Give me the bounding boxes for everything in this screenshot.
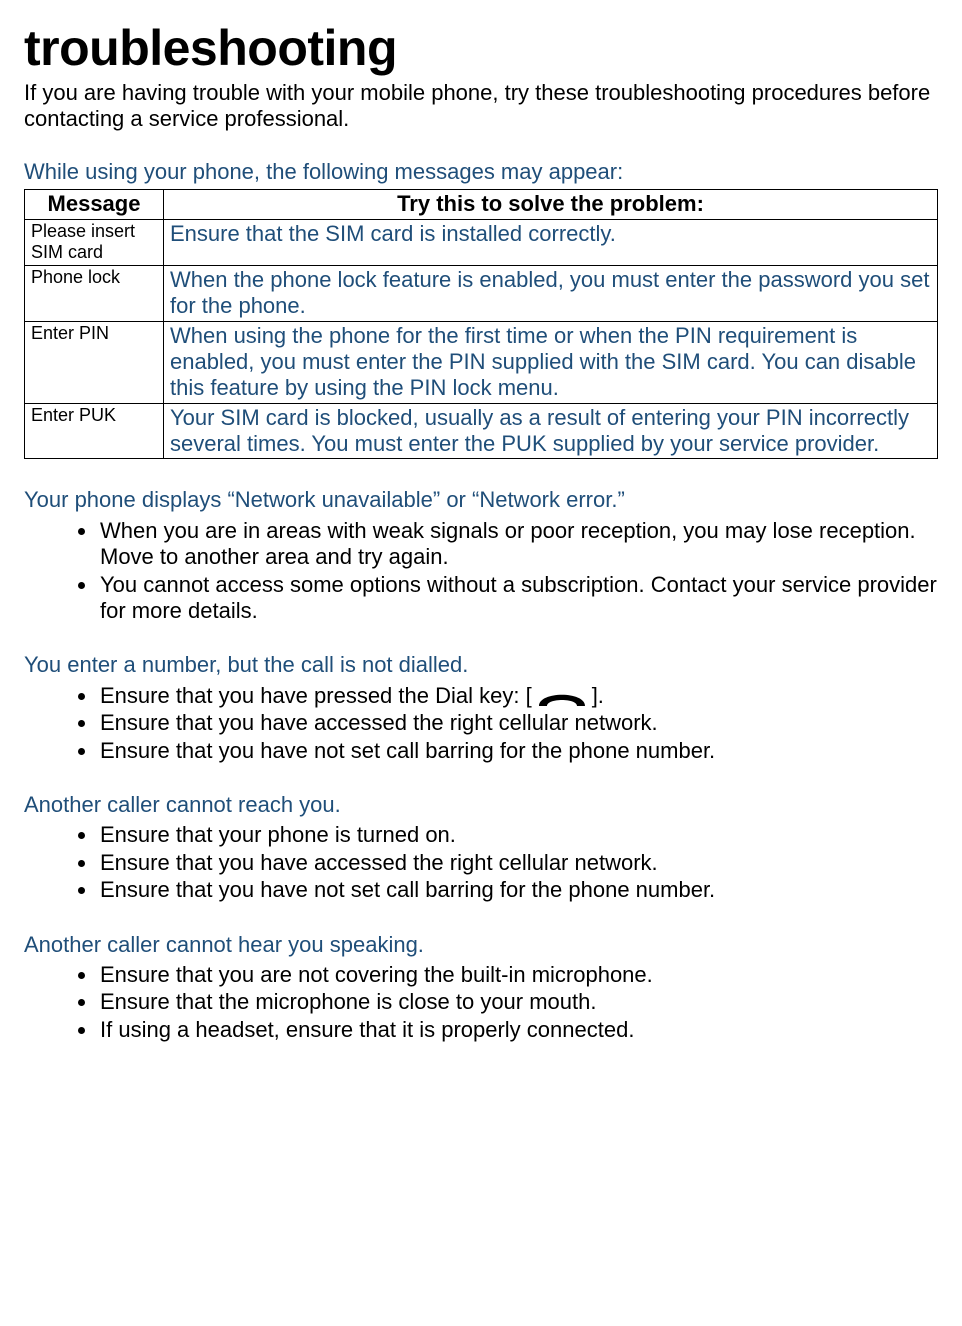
list-item: Ensure that you have not set call barrin… (98, 738, 938, 764)
cell-solution: Ensure that the SIM card is installed co… (163, 219, 937, 265)
dial-key-icon (534, 686, 590, 708)
cell-solution: When using the phone for the first time … (163, 321, 937, 403)
list-item: Ensure that your phone is turned on. (98, 822, 938, 848)
list-item: Ensure that you have not set call barrin… (98, 877, 938, 903)
list-item: Ensure that you have pressed the Dial ke… (98, 683, 938, 709)
list-item: Ensure that you have accessed the right … (98, 850, 938, 876)
section-messages-heading: While using your phone, the following me… (24, 159, 938, 185)
list-item: Ensure that you are not covering the bui… (98, 962, 938, 988)
cell-message: Enter PUK (25, 403, 164, 459)
section-dial-heading: You enter a number, but the call is not … (24, 652, 938, 678)
intro-text: If you are having trouble with your mobi… (24, 80, 938, 133)
cell-solution: Your SIM card is blocked, usually as a r… (163, 403, 937, 459)
table-row: Phone lock When the phone lock feature i… (25, 265, 938, 321)
cell-message: Phone lock (25, 265, 164, 321)
cell-message: Enter PIN (25, 321, 164, 403)
table-row: Enter PIN When using the phone for the f… (25, 321, 938, 403)
section-reach-heading: Another caller cannot reach you. (24, 792, 938, 818)
list-item: Ensure that you have accessed the right … (98, 710, 938, 736)
section-network-list: When you are in areas with weak signals … (24, 518, 938, 625)
col-header-solution: Try this to solve the problem: (163, 190, 937, 219)
section-network-heading: Your phone displays “Network unavailable… (24, 487, 938, 513)
col-header-message: Message (25, 190, 164, 219)
dial-text-pre: Ensure that you have pressed the Dial ke… (100, 683, 532, 708)
page-title: troubleshooting (24, 18, 938, 78)
list-item: Ensure that the microphone is close to y… (98, 989, 938, 1015)
list-item: If using a headset, ensure that it is pr… (98, 1017, 938, 1043)
list-item: You cannot access some options without a… (98, 572, 938, 625)
section-hear-heading: Another caller cannot hear you speaking. (24, 932, 938, 958)
cell-message: Please insert SIM card (25, 219, 164, 265)
dial-text-post: ]. (592, 683, 604, 708)
table-row: Enter PUK Your SIM card is blocked, usua… (25, 403, 938, 459)
section-dial-list: Ensure that you have pressed the Dial ke… (24, 683, 938, 764)
table-row: Please insert SIM card Ensure that the S… (25, 219, 938, 265)
section-reach-list: Ensure that your phone is turned on. Ens… (24, 822, 938, 903)
messages-table: Message Try this to solve the problem: P… (24, 189, 938, 459)
cell-solution: When the phone lock feature is enabled, … (163, 265, 937, 321)
list-item: When you are in areas with weak signals … (98, 518, 938, 571)
section-hear-list: Ensure that you are not covering the bui… (24, 962, 938, 1043)
